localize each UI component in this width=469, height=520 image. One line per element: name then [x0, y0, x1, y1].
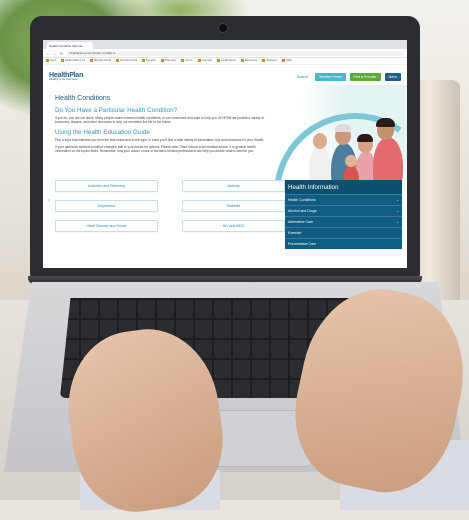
person-hair	[335, 124, 351, 132]
guide-paragraph: Pick a topic that interests you from the…	[55, 137, 265, 142]
page-title: Health Conditions	[55, 95, 111, 102]
health-panel-item-exercise[interactable]: Exercise	[285, 227, 402, 238]
topic-button-hiv-aids[interactable]: HIV and AIDS	[182, 220, 285, 232]
address-bar[interactable]: healthplansj.com/health-conditions	[66, 50, 404, 56]
chevron-down-icon: ⌄	[396, 220, 399, 224]
browser-tab-strip: Health Condition Informa...	[43, 40, 407, 49]
health-panel-item-alternative[interactable]: Alternative Care ⌄	[285, 216, 402, 227]
bookmark-item[interactable]: Health Plan of SJ	[61, 59, 85, 63]
bookmark-item[interactable]: Member Portal	[90, 59, 111, 63]
health-panel-item-conditions[interactable]: Health Conditions ⌄	[285, 194, 402, 205]
back-arrow-icon[interactable]: ←	[46, 51, 50, 56]
health-panel-item-label: Health Conditions	[288, 198, 316, 202]
person-hair	[357, 134, 373, 142]
topic-button-asthma[interactable]: Asthma	[182, 180, 285, 192]
find-provider-button[interactable]: Find a Provider	[349, 73, 381, 81]
bookmark-item[interactable]: Wellness	[262, 59, 276, 63]
child-face	[345, 155, 357, 167]
family-photo	[269, 85, 407, 190]
topic-grid: Addiction and Recovery Asthma Depression…	[55, 180, 285, 232]
browser-tab[interactable]: Health Condition Informa...	[47, 42, 93, 49]
person-face	[313, 133, 327, 149]
bookmark-item[interactable]: Forms	[181, 59, 192, 63]
guide-paragraph-disclaimer: If your particular medical condition cha…	[55, 144, 256, 154]
browser-toolbar: ← → ↻ healthplansj.com/health-conditions	[43, 49, 407, 58]
reload-icon[interactable]: ↻	[60, 51, 63, 56]
bookmark-item[interactable]: Apps	[46, 59, 56, 63]
guide-heading: Using the Health Education Guide	[55, 128, 150, 136]
health-panel-item-label: Exercise	[288, 231, 302, 235]
browser-tab-title: Health Condition Informa...	[49, 43, 85, 48]
intro-paragraph: If you do, you are not alone. Many peopl…	[55, 116, 265, 125]
topic-button-heart-disease[interactable]: Heart Disease and Stroke	[55, 220, 158, 232]
chevron-down-icon: ⌄	[396, 198, 399, 202]
laptop-screen: Health Condition Informa... ← → ↻ health…	[43, 40, 407, 268]
health-panel-item-preventative[interactable]: Preventative Care	[285, 238, 402, 249]
bookmark-item[interactable]: Resources	[241, 59, 257, 63]
webcam	[218, 23, 228, 33]
health-information-panel: Health Information Health Conditions ⌄ A…	[285, 180, 402, 249]
question-heading: Do You Have a Particular Health Conditio…	[55, 107, 178, 114]
bookmark-item[interactable]: Benefits	[142, 59, 155, 63]
health-panel-item-label: Preventative Care	[288, 242, 317, 246]
health-panel-item-alcohol[interactable]: Alcohol and Drugs ⌄	[285, 205, 402, 216]
health-panel-title: Health Information	[285, 180, 402, 194]
health-panel-item-label: Alcohol and Drugs	[288, 209, 317, 213]
bookmark-item[interactable]: Provider Portal	[116, 59, 137, 63]
chevron-down-icon: ⌄	[396, 209, 399, 213]
person-hair	[376, 118, 395, 127]
forward-arrow-icon[interactable]: →	[53, 51, 57, 56]
menu-button[interactable]: Menu	[384, 73, 401, 81]
slider-left-arrow-icon[interactable]: ‹	[48, 198, 50, 204]
hero-section: Health Conditions Do You Have a Particul…	[43, 85, 407, 190]
search-link[interactable]: Search	[297, 75, 308, 79]
member-portal-button[interactable]: Member Portal	[315, 73, 346, 81]
site-logo[interactable]: HealthPlan Healthy is for everyone	[49, 72, 83, 82]
intro-content: Health Conditions Do You Have a Particul…	[55, 95, 265, 157]
health-panel-item-label: Alternative Care	[288, 220, 314, 224]
topic-button-addiction[interactable]: Addiction and Recovery	[55, 180, 158, 192]
bookmark-item[interactable]: Calendar	[198, 59, 213, 63]
logo-tagline: Healthy is for everyone	[49, 78, 78, 82]
bookmark-item[interactable]: Other	[282, 59, 293, 63]
bookmarks-bar: Apps Health Plan of SJ Member Portal Pro…	[43, 58, 407, 65]
bookmark-item[interactable]: Health News	[217, 59, 236, 63]
topic-button-depression[interactable]: Depression	[55, 200, 158, 212]
bookmark-item[interactable]: Pharmacy	[161, 59, 177, 63]
topic-button-diabetes[interactable]: Diabetes	[182, 200, 285, 212]
address-bar-url: healthplansj.com/health-conditions	[69, 51, 116, 55]
